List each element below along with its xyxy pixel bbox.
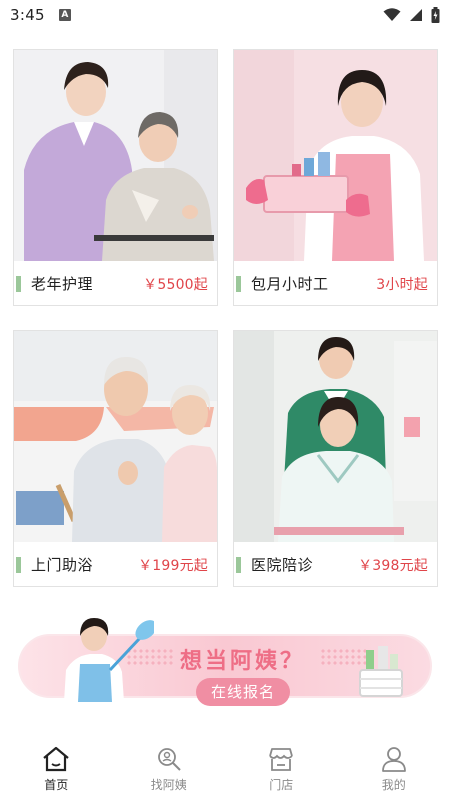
service-card-elderly-care[interactable]: 老年护理 ￥5500起 [13,49,218,306]
notification-badge: A [58,9,71,21]
wifi-icon [383,8,401,21]
status-time: 3:45 [10,6,45,24]
service-card-hospital-escort[interactable]: 医院陪诊 ￥398元起 [233,330,438,587]
service-card-info: 老年护理 ￥5500起 [14,261,217,305]
service-price: 3小时起 [376,276,428,293]
service-card-home-bathing[interactable]: 上门助浴 ￥199元起 [13,330,218,587]
label-accent-bar [16,556,21,573]
cleaner-illustration [64,618,154,702]
service-price: ￥398元起 [358,557,428,574]
service-card-info: 医院陪诊 ￥398元起 [234,542,437,586]
hospital-escort-photo [234,331,437,542]
home-bathing-photo [14,331,217,542]
tab-find-nanny[interactable]: 找阿姨 [113,738,226,800]
service-label: 上门助浴 [31,556,94,574]
service-card-hourly-worker[interactable]: 包月小时工 3小时起 [233,49,438,306]
label-accent-bar [236,275,241,292]
tab-home[interactable]: 首页 [0,738,113,800]
cell-signal-icon [410,9,422,21]
profile-icon [381,747,406,772]
home-icon [43,746,69,772]
label-accent-bar [16,275,21,292]
tab-store[interactable]: 门店 [225,738,338,800]
service-price: ￥199元起 [138,557,208,574]
store-icon [269,748,294,771]
signup-online-button[interactable]: 在线报名 [196,678,290,706]
tab-label: 门店 [269,778,294,792]
cleaning-basket-icon [359,646,403,697]
elderly-care-photo [14,50,217,261]
tab-label: 首页 [44,778,69,792]
recruit-banner[interactable]: 想当阿姨？ 在线报名 [18,612,432,708]
service-label: 包月小时工 [251,275,329,293]
tab-label: 找阿姨 [150,778,187,792]
label-accent-bar [236,556,241,573]
service-label: 老年护理 [31,275,94,293]
search-person-icon [157,748,181,771]
service-card-info: 包月小时工 3小时起 [234,261,437,305]
bottom-tab-bar: 首页 找阿姨 门店 我的 [0,738,450,800]
tab-profile[interactable]: 我的 [338,738,450,800]
status-bar: 3:45 A [0,0,450,30]
battery-icon [431,7,440,23]
hourly-worker-photo [234,50,437,261]
banner-title: 想当阿姨？ [180,649,306,674]
service-label: 医院陪诊 [251,556,314,574]
service-card-info: 上门助浴 ￥199元起 [14,542,217,586]
tab-label: 我的 [381,778,406,792]
service-price: ￥5500起 [143,276,208,293]
